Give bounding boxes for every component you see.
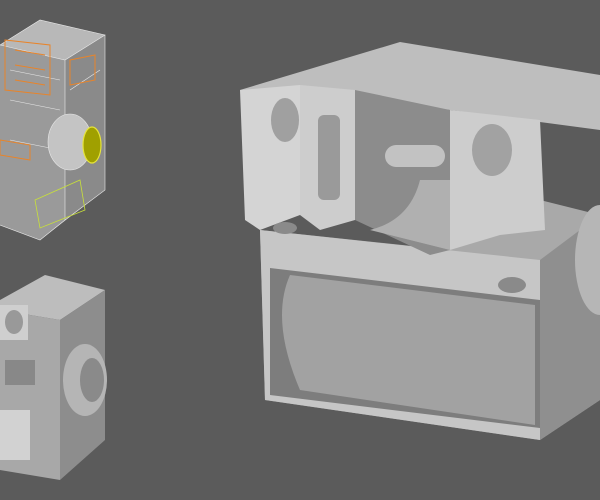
main-model [240,42,600,440]
bolt-hole-right [498,277,526,293]
bolt-hole-left [273,222,297,234]
center-slot [318,115,340,200]
left-pillar-hole [271,98,299,142]
small-recess [5,360,35,385]
right-pillar-hole [472,124,512,176]
center-pin [385,145,445,167]
render-scene [0,0,600,500]
small-slot-hole [5,310,23,334]
small-cylinder-hole [80,358,104,402]
wireframe-cylinder-face [82,126,102,164]
shaded-model-small [0,275,107,480]
small-tunnel [0,410,30,460]
